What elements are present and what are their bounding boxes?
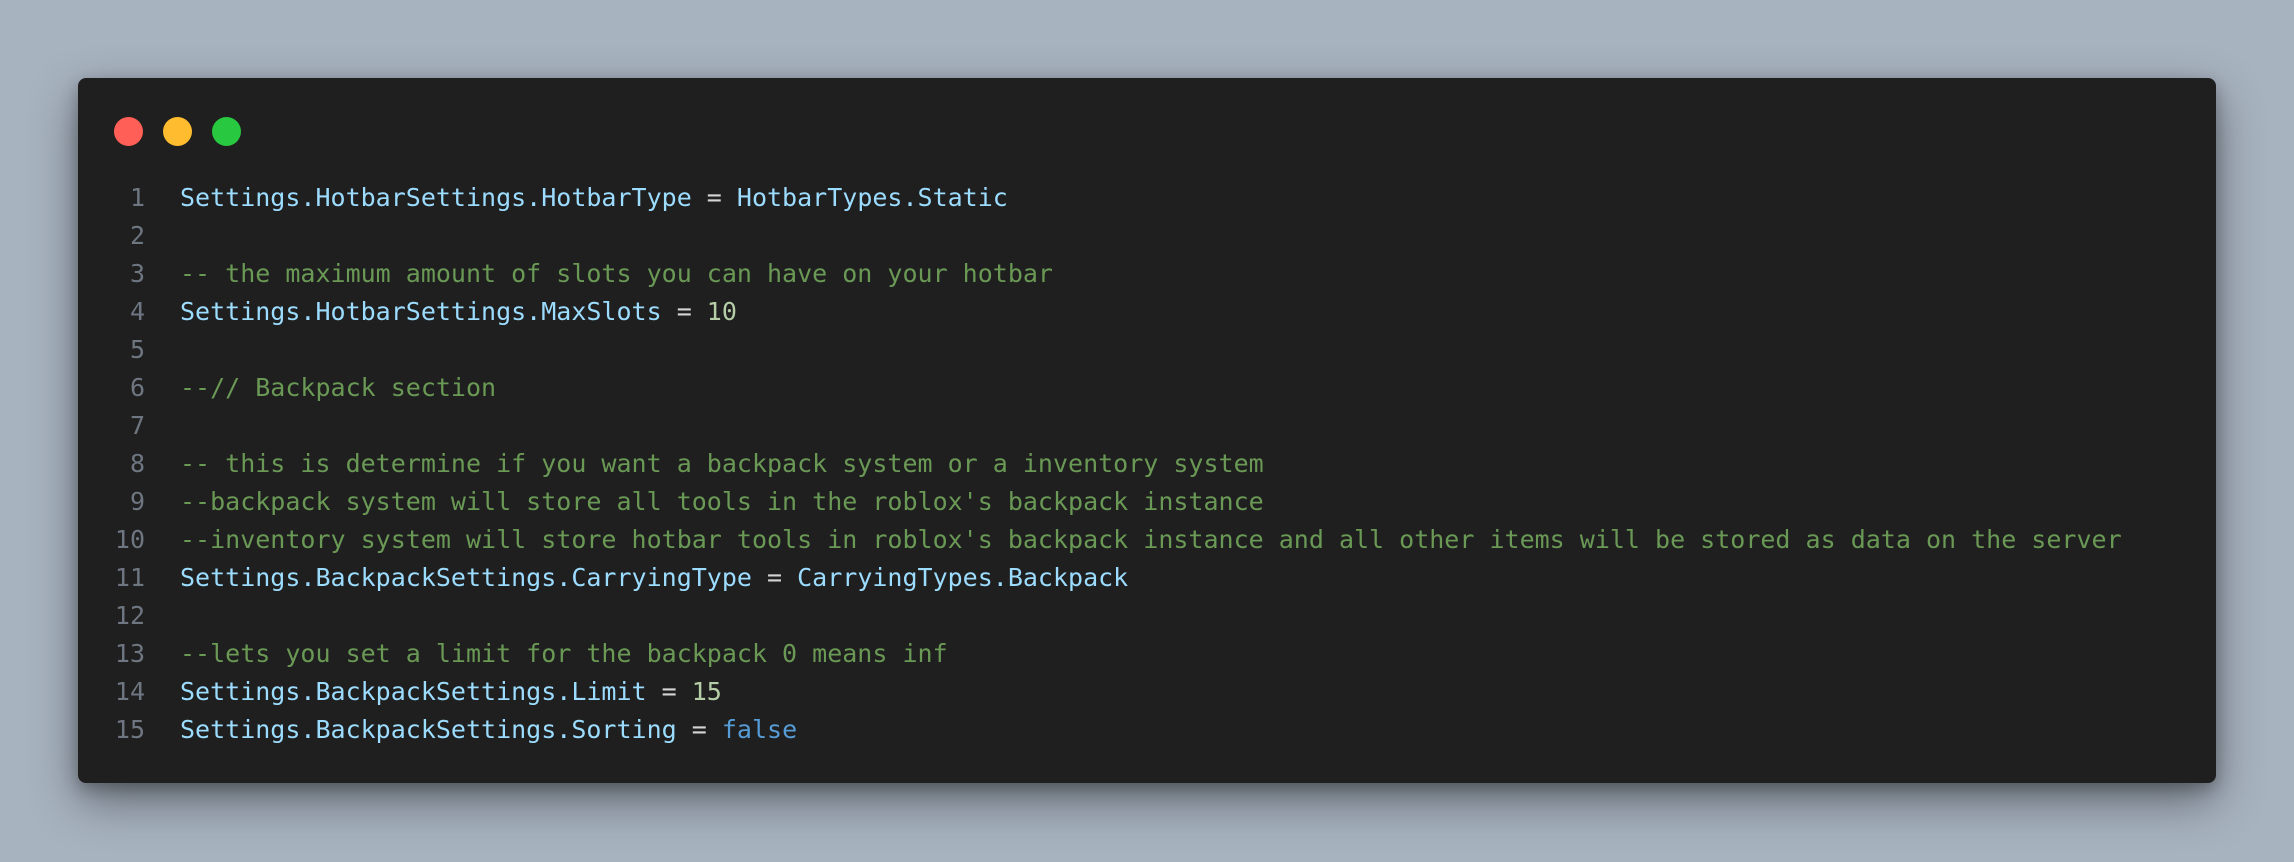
minimize-window-button[interactable]	[163, 117, 192, 146]
code-line: 4 Settings.HotbarSettings.MaxSlots = 10	[78, 293, 2216, 331]
line-content: Settings.BackpackSettings.CarryingType =…	[180, 559, 1128, 597]
line-content: Settings.HotbarSettings.MaxSlots = 10	[180, 293, 737, 331]
code-line: 2	[78, 217, 2216, 255]
code-token-ident: Settings.BackpackSettings.Limit	[180, 677, 647, 706]
line-number: 14	[114, 677, 145, 706]
line-number: 8	[129, 449, 145, 478]
line-content: --backpack system will store all tools i…	[180, 483, 1264, 521]
line-number: 4	[129, 297, 145, 326]
code-token-op: =	[691, 183, 737, 212]
code-line: 12	[78, 597, 2216, 635]
line-number: 15	[114, 715, 145, 744]
code-token-comment: --// Backpack section	[180, 373, 497, 402]
code-line: 9 --backpack system will store all tools …	[78, 483, 2216, 521]
line-content: --// Backpack section	[180, 369, 496, 407]
line-content: --lets you set a limit for the backpack …	[180, 635, 948, 673]
line-content: Settings.HotbarSettings.HotbarType = Hot…	[180, 179, 1008, 217]
code-token-ident: Settings.BackpackSettings.Sorting	[180, 715, 677, 744]
code-line: 7	[78, 407, 2216, 445]
code-token-op: =	[646, 677, 692, 706]
code-token-number: 15	[691, 677, 722, 706]
line-number: 6	[129, 373, 145, 402]
code-token-comment: -- this is determine if you want a backp…	[180, 449, 1264, 478]
code-token-comment: -- the maximum amount of slots you can h…	[180, 259, 1053, 288]
code-token-ident: Settings.BackpackSettings.CarryingType	[180, 563, 752, 592]
code-token-ident: Settings.HotbarSettings.HotbarType	[180, 183, 692, 212]
code-line: 1 Settings.HotbarSettings.HotbarType = Ho…	[78, 179, 2216, 217]
code-token-comment: --inventory system will store hotbar too…	[180, 525, 2122, 554]
code-line: 15 Settings.BackpackSettings.Sorting = fa…	[78, 711, 2216, 749]
code-line: 6 --// Backpack section	[78, 369, 2216, 407]
maximize-window-button[interactable]	[212, 117, 241, 146]
line-number: 12	[114, 601, 145, 630]
line-number: 10	[114, 525, 145, 554]
code-token-op: =	[751, 563, 798, 592]
code-token-ident: HotbarTypes.Static	[736, 183, 1008, 212]
code-token-comment: --lets you set a limit for the backpack …	[180, 639, 948, 668]
line-number: 13	[114, 639, 145, 668]
code-token-keyword: false	[721, 715, 798, 744]
code-line: 13 --lets you set a limit for the backpac…	[78, 635, 2216, 673]
code-line: 11 Settings.BackpackSettings.CarryingType…	[78, 559, 2216, 597]
window-controls	[114, 117, 241, 147]
code-token-op: =	[676, 715, 722, 744]
line-number: 9	[129, 487, 145, 516]
line-content: -- the maximum amount of slots you can h…	[180, 255, 1053, 293]
code-line: 10 --inventory system will store hotbar t…	[78, 521, 2216, 559]
line-content: Settings.BackpackSettings.Sorting = fals…	[180, 711, 797, 749]
code-editor[interactable]: 1 Settings.HotbarSettings.HotbarType = Ho…	[78, 179, 2216, 749]
line-number: 1	[129, 183, 145, 212]
code-token-ident: Settings.HotbarSettings.MaxSlots	[180, 297, 662, 326]
line-number: 3	[129, 259, 145, 288]
code-line: 5	[78, 331, 2216, 369]
code-line: 3 -- the maximum amount of slots you can …	[78, 255, 2216, 293]
line-content: --inventory system will store hotbar too…	[180, 521, 2122, 559]
line-content: Settings.BackpackSettings.Limit = 15	[180, 673, 722, 711]
code-token-ident: CarryingTypes.Backpack	[797, 563, 1129, 592]
line-number: 2	[129, 221, 145, 250]
code-token-comment: --backpack system will store all tools i…	[180, 487, 1264, 516]
code-line: 14 Settings.BackpackSettings.Limit = 15	[78, 673, 2216, 711]
code-token-op: =	[661, 297, 707, 326]
line-number: 5	[129, 335, 145, 364]
code-line: 8 -- this is determine if you want a back…	[78, 445, 2216, 483]
close-window-button[interactable]	[114, 117, 143, 146]
line-number: 11	[114, 563, 145, 592]
code-token-number: 10	[706, 297, 737, 326]
line-content: -- this is determine if you want a backp…	[180, 445, 1264, 483]
code-window: 1 Settings.HotbarSettings.HotbarType = Ho…	[78, 78, 2216, 783]
line-number: 7	[129, 411, 145, 440]
